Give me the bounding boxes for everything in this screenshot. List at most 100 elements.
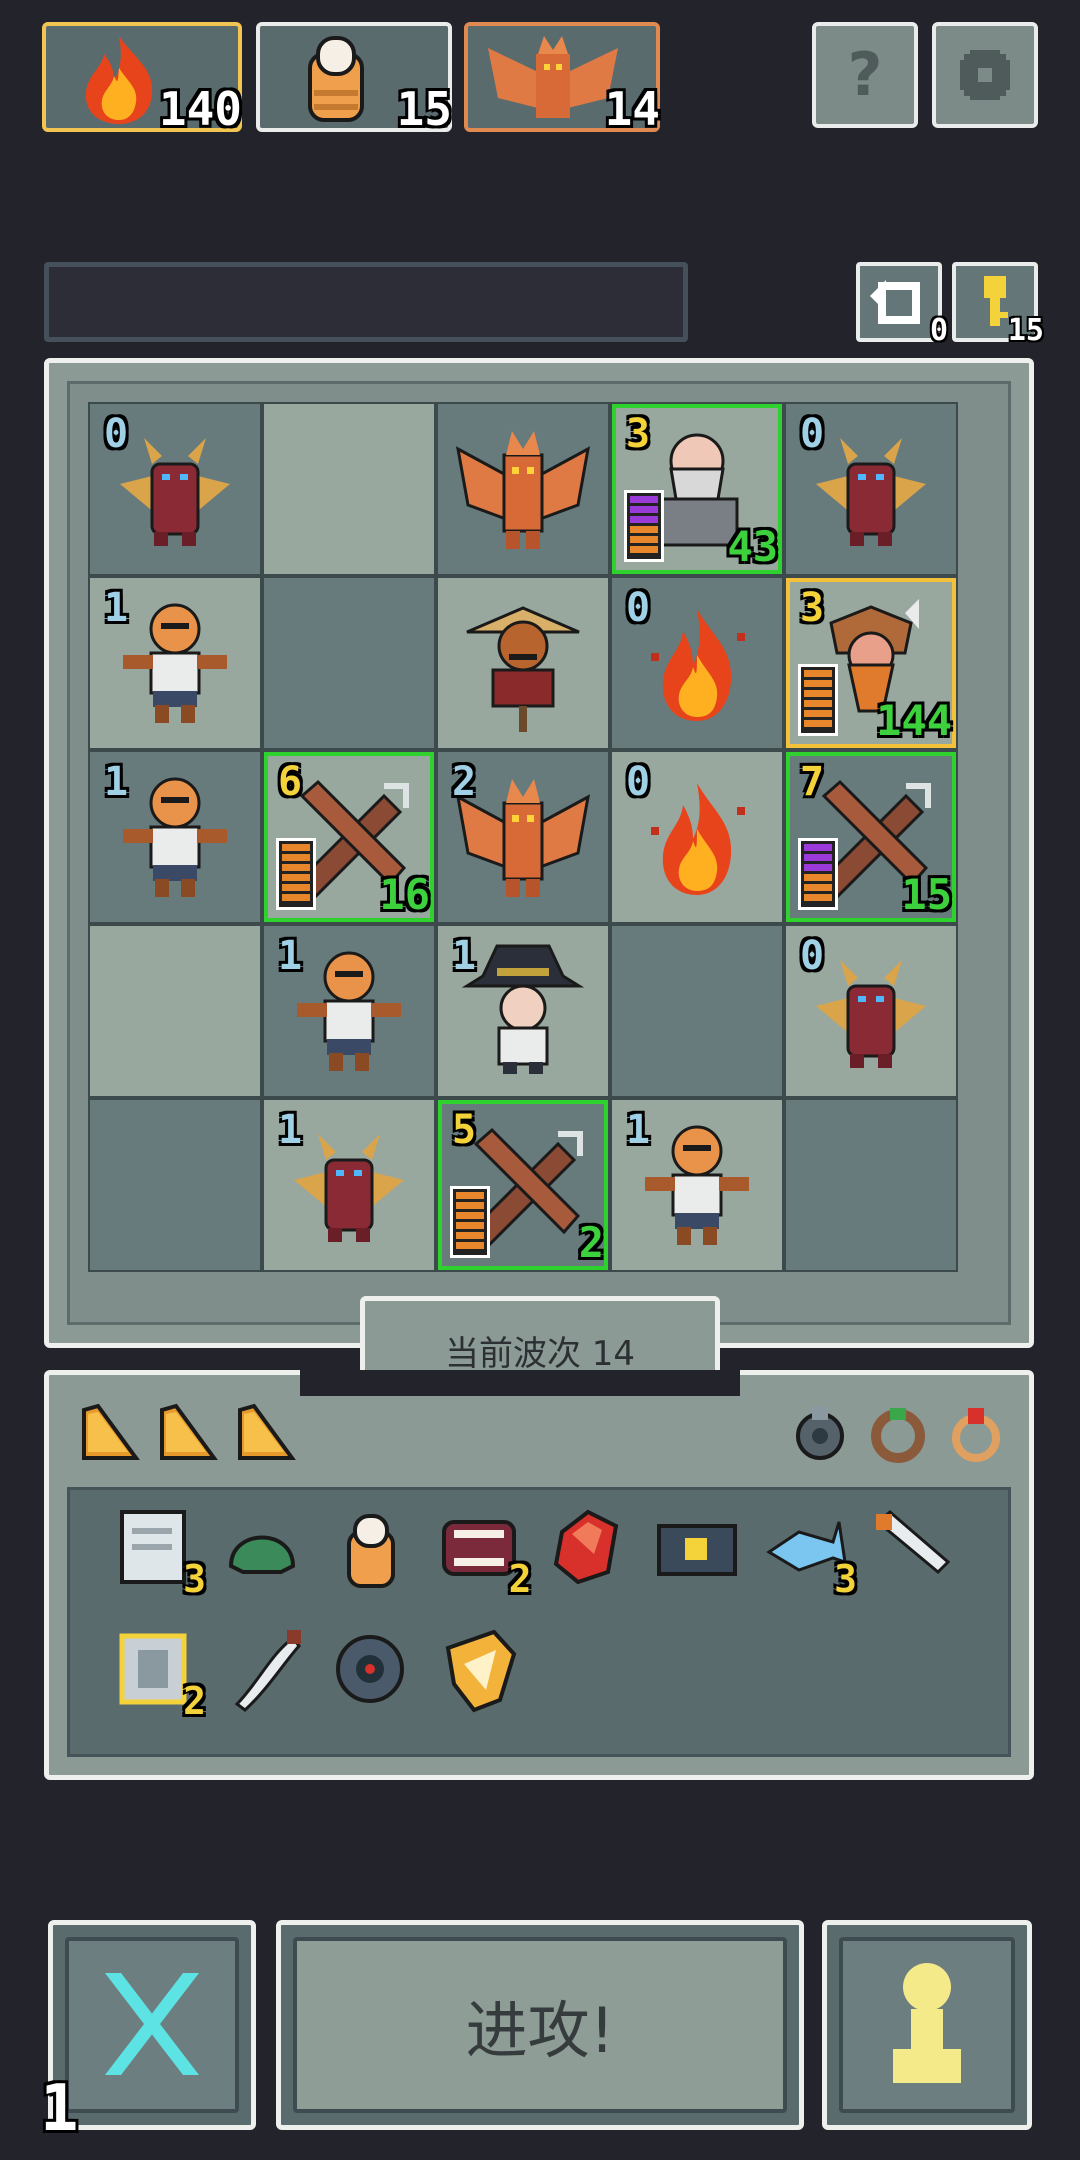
item-count: 3 [183,1557,206,1601]
inventory-item[interactable] [325,1502,415,1592]
unit-level: 0 [626,585,651,631]
charge-icon [160,1403,218,1460]
unit-level: 1 [452,933,477,979]
item-count: 2 [183,1679,206,1723]
pawn-button[interactable] [822,1920,1032,2130]
energy-gauge [276,838,316,910]
undo-count: 0 [929,313,948,348]
board-cell[interactable]: 52 [436,1098,610,1272]
item-count: 2 [508,1557,532,1601]
inventory-item[interactable]: 3 [759,1502,857,1598]
undo-button[interactable]: 0 [856,262,948,348]
unit-level: 1 [626,1107,651,1153]
unit-level: 7 [800,759,825,805]
unit-scarecrow[interactable] [438,578,608,748]
speed-indicator[interactable]: 1 [40,2072,79,2146]
board-cell[interactable]: 3 43 [610,402,784,576]
charge-icon [82,1403,140,1460]
charge-icon [238,1403,296,1460]
unit-level: 6 [278,759,303,805]
fire-icon [85,36,153,124]
unit-level: 3 [626,411,651,457]
board-cell[interactable]: 1 [262,1098,436,1272]
board-cell[interactable]: 1 [88,576,262,750]
board-cell[interactable]: 1 [88,750,262,924]
amulet-icon[interactable] [788,1398,852,1468]
finger-count: 15 [396,82,452,136]
unit-level: 5 [452,1107,477,1153]
board-cell[interactable] [88,924,262,1098]
inventory-item[interactable]: 3 [108,1502,206,1598]
board-cell[interactable]: 7 15 [784,750,958,924]
pawn-icon [893,1963,961,2083]
unit-level: 1 [278,933,303,979]
unit-level: 1 [278,1107,303,1153]
fire-icon [651,609,745,721]
board-cell[interactable]: 1 [610,1098,784,1272]
board-cell[interactable] [436,576,610,750]
ruby-icon [553,1509,619,1585]
red-ring-icon[interactable] [944,1398,1008,1468]
board-cell[interactable] [784,1098,958,1272]
board-cell[interactable]: 0 [784,924,958,1098]
inventory-item[interactable]: 2 [108,1624,206,1720]
finger-icon [347,1514,395,1588]
unit-winged-demon[interactable] [438,404,608,574]
inventory-item[interactable] [651,1502,741,1592]
board-cell[interactable]: 2 [436,750,610,924]
unit-level: 1 [104,585,129,631]
board-cell[interactable]: 0 [88,402,262,576]
board-cell[interactable]: 1 [262,924,436,1098]
inventory-item[interactable] [542,1502,632,1592]
demon-count: 14 [604,82,660,136]
inventory-item[interactable] [217,1502,307,1592]
inventory-item[interactable]: 2 [434,1502,532,1598]
board-cell[interactable]: 0 [784,402,958,576]
board-cell[interactable] [610,924,784,1098]
scarecrow-icon [466,606,580,732]
gold-shield-icon [445,1629,516,1713]
unit-level: 0 [800,933,825,979]
board-cell[interactable]: 1 [436,924,610,1098]
gear-icon [960,50,1010,100]
attack-button[interactable]: 进攻! [276,1920,804,2130]
board-cell[interactable]: 0 [610,750,784,924]
board-cell[interactable]: 3 144 [784,576,958,750]
unit-hp: 15 [901,870,952,919]
help-button[interactable]: ? [812,22,918,128]
game-board: 0 3 43 0 1 0 3 144 1 6 16 2 0 7 15 1 1 0… [44,358,1034,1348]
unit-level: 0 [800,411,825,457]
energy-gauge [798,838,838,910]
inventory-item[interactable] [217,1624,307,1714]
key-count: 15 [1007,313,1044,348]
resource-finger[interactable]: 15 [256,22,452,132]
energy-gauge [798,664,838,736]
board-cell[interactable]: 0 [610,576,784,750]
board-cell[interactable] [262,402,436,576]
inventory-item[interactable] [434,1624,524,1714]
settings-button[interactable] [932,22,1038,128]
inventory-notch [300,1370,740,1396]
unit-level: 1 [104,759,129,805]
board-cell[interactable]: 6 16 [262,750,436,924]
resource-demon[interactable]: 14 [464,22,660,132]
unit-level: 0 [104,411,129,457]
key-button[interactable]: 15 [952,262,1044,348]
board-cell[interactable] [88,1098,262,1272]
cancel-button[interactable] [48,1920,256,2130]
name-bar [44,262,688,342]
inventory-item[interactable] [325,1624,415,1714]
fire-count: 140 [158,82,242,136]
board-cell[interactable] [436,402,610,576]
resource-fire[interactable]: 140 [42,22,242,132]
unit-hp: 144 [876,696,952,745]
inventory-item[interactable] [868,1502,958,1592]
energy-gauge [624,490,664,562]
board-grid: 0 3 43 0 1 0 3 144 1 6 16 2 0 7 15 1 1 0… [67,381,1011,1325]
green-ring-icon[interactable] [866,1398,930,1468]
unit-level: 2 [452,759,477,805]
camera-icon [656,1524,737,1576]
winged-demon-icon [455,431,591,549]
dagger-icon [875,1510,950,1575]
board-cell[interactable] [262,576,436,750]
